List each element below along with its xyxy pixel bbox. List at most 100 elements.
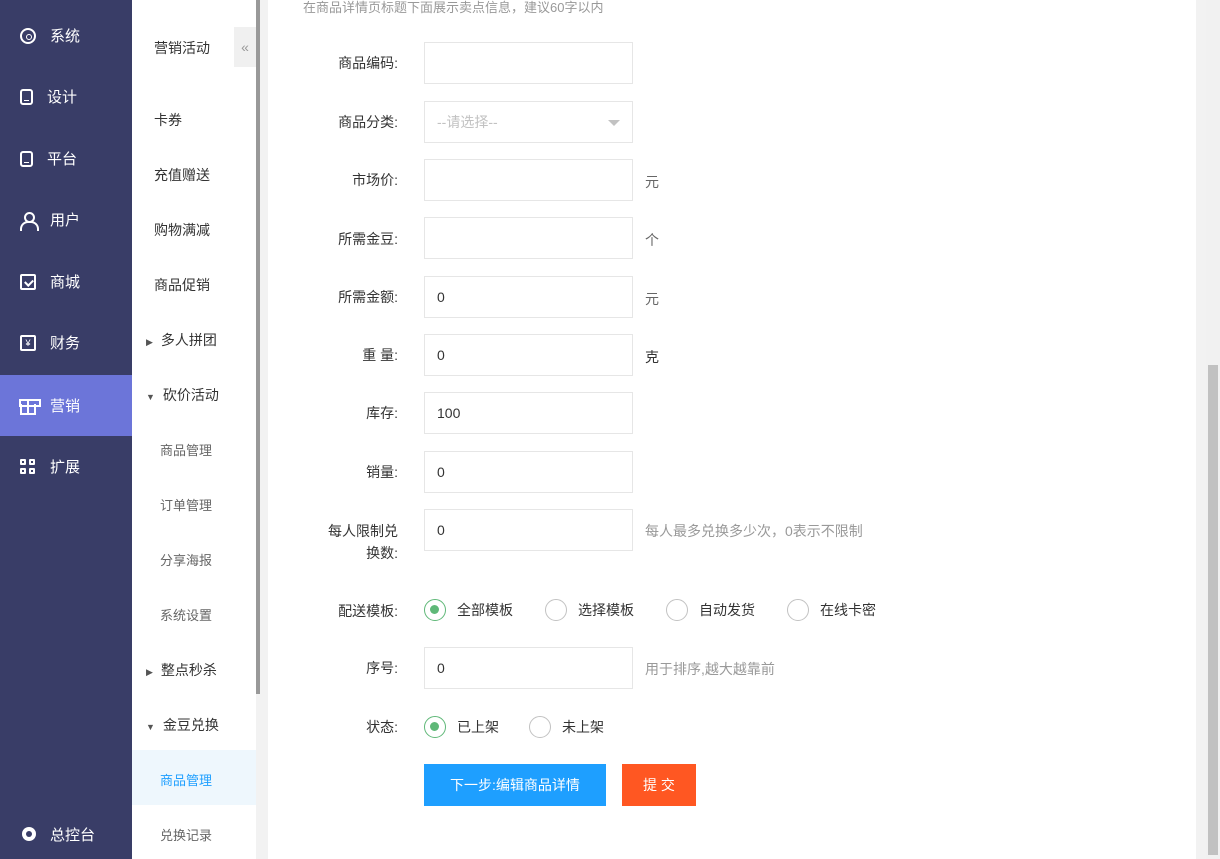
sub-sidebar-title: 营销活动 (154, 40, 210, 56)
console-link[interactable]: 总控台 (0, 809, 132, 859)
caret-down-icon: ▼ (146, 722, 155, 732)
user-icon (20, 211, 39, 231)
sub-nav-group-groupbuy[interactable]: ▶ 多人拼团 (146, 330, 217, 350)
collapse-sidebar-button[interactable]: « (234, 27, 256, 67)
sort-label: 序号: (366, 660, 398, 676)
market-price-input[interactable] (424, 159, 633, 201)
caret-right-icon: ▶ (146, 667, 153, 677)
delivery-radio-select[interactable]: 选择模板 (545, 599, 634, 621)
nav-item-design[interactable]: 设计 (0, 66, 132, 127)
dropdown-arrow-icon (608, 120, 620, 126)
console-label: 总控台 (50, 826, 96, 844)
sub-nav-item[interactable]: 购物满减 (154, 220, 210, 240)
radio-checked-icon (424, 599, 446, 621)
sub-nav-group-label: 整点秒杀 (160, 662, 217, 678)
status-radio-on-shelf[interactable]: 已上架 (424, 716, 499, 738)
sub-sidebar: 营销活动 卡券 充值赠送 购物满减 商品促销 ▶ 多人拼团 ▼ 砍价活动 商品管理 … (132, 0, 256, 859)
market-price-label: 市场价: (352, 172, 398, 188)
nav-item-label: 用户 (50, 212, 81, 229)
sort-input[interactable]: 0 (424, 647, 633, 689)
form-panel (268, 0, 1196, 859)
shop-icon (20, 273, 36, 290)
delivery-radio-auto[interactable]: 自动发货 (666, 599, 755, 621)
radio-label: 自动发货 (699, 602, 755, 618)
yen-icon: ¥ (20, 334, 36, 351)
sub-nav-item[interactable]: 卡券 (154, 110, 182, 130)
gold-beans-input[interactable] (424, 217, 633, 259)
grid-icon (20, 458, 36, 475)
cog-icon (22, 827, 36, 841)
status-radio-off-shelf[interactable]: 未上架 (529, 716, 604, 738)
selling-point-tip: 在商品详情页标题下面展示卖点信息，建议60字以内 (303, 0, 604, 15)
caret-right-icon: ▶ (146, 337, 153, 347)
nav-item-platform[interactable]: 平台 (0, 128, 132, 189)
category-label: 商品分类: (338, 114, 398, 130)
sub-nav-child-item[interactable]: 订单管理 (160, 495, 212, 514)
radio-unchecked-icon (787, 599, 809, 621)
amount-unit: 元 (645, 291, 659, 307)
nav-item-label: 设计 (47, 89, 78, 106)
delivery-label: 配送模板: (338, 603, 398, 619)
radio-label: 在线卡密 (820, 602, 876, 618)
nav-item-label: 财务 (50, 335, 81, 352)
nav-item-finance[interactable]: ¥ 财务 (0, 312, 132, 373)
sub-nav-child-item-current[interactable]: 商品管理 (160, 770, 212, 789)
weight-label: 重 量: (362, 347, 398, 363)
radio-checked-icon (424, 716, 446, 738)
nav-item-label: 系统 (50, 28, 81, 45)
sub-nav-group-bargain[interactable]: ▼ 砍价活动 (146, 385, 219, 405)
sales-input[interactable]: 0 (424, 451, 633, 493)
market-price-unit: 元 (645, 174, 659, 190)
sub-nav-item[interactable]: 充值赠送 (154, 165, 210, 185)
nav-item-extend[interactable]: 扩展 (0, 436, 132, 497)
sub-sidebar-scrollbar[interactable] (256, 0, 260, 694)
radio-label: 未上架 (562, 719, 604, 735)
sub-nav-group-goldbean[interactable]: ▼ 金豆兑换 (146, 715, 219, 735)
sales-label: 销量: (366, 464, 398, 480)
gift-icon (19, 399, 41, 415)
weight-unit: 克 (645, 349, 659, 365)
sub-nav-child-item[interactable]: 商品管理 (160, 440, 212, 459)
caret-down-icon: ▼ (146, 392, 155, 402)
gear-icon (20, 27, 36, 44)
sub-nav-item[interactable]: 商品促销 (154, 275, 210, 295)
limit-label: 每人限制兑 换数: (268, 520, 398, 564)
main-sidebar: 系统 设计 平台 用户 商城 ¥ 财务 营销 扩展 总控台 (0, 0, 132, 859)
nav-item-label: 平台 (47, 151, 78, 168)
sub-nav-child-item[interactable]: 兑换记录 (160, 825, 212, 844)
nav-item-shop[interactable]: 商城 (0, 251, 132, 312)
page-scrollbar[interactable] (1206, 0, 1220, 859)
tablet-icon (20, 150, 33, 167)
gold-beans-unit: 个 (645, 232, 659, 248)
scrollbar-thumb[interactable] (1208, 365, 1218, 855)
nav-item-label: 扩展 (50, 459, 81, 476)
sub-nav-child-item[interactable]: 系统设置 (160, 605, 212, 624)
radio-label: 已上架 (457, 719, 499, 735)
weight-input[interactable]: 0 (424, 334, 633, 376)
sub-nav-group-flashsale[interactable]: ▶ 整点秒杀 (146, 660, 217, 680)
limit-input[interactable]: 0 (424, 509, 633, 551)
delivery-radio-all[interactable]: 全部模板 (424, 599, 513, 621)
category-select[interactable]: --请选择-- (424, 101, 633, 143)
nav-item-marketing[interactable]: 营销 (0, 375, 132, 436)
delivery-radio-card[interactable]: 在线卡密 (787, 599, 876, 621)
nav-item-label: 营销 (50, 398, 81, 415)
stock-input[interactable]: 100 (424, 392, 633, 434)
sub-nav-group-label: 砍价活动 (162, 387, 219, 403)
amount-label: 所需金额: (338, 289, 398, 305)
radio-unchecked-icon (529, 716, 551, 738)
radio-unchecked-icon (545, 599, 567, 621)
tablet-icon (20, 88, 33, 105)
submit-button[interactable]: 提 交 (622, 764, 696, 806)
status-label: 状态: (366, 719, 398, 735)
radio-label: 全部模板 (457, 602, 513, 618)
radio-unchecked-icon (666, 599, 688, 621)
product-code-label: 商品编码: (338, 55, 398, 71)
stock-label: 库存: (366, 405, 398, 421)
sub-nav-child-item[interactable]: 分享海报 (160, 550, 212, 569)
nav-item-users[interactable]: 用户 (0, 189, 132, 250)
next-step-button[interactable]: 下一步:编辑商品详情 (424, 764, 606, 806)
product-code-input[interactable] (424, 42, 633, 84)
nav-item-system[interactable]: 系统 (0, 5, 132, 66)
amount-input[interactable]: 0 (424, 276, 633, 318)
